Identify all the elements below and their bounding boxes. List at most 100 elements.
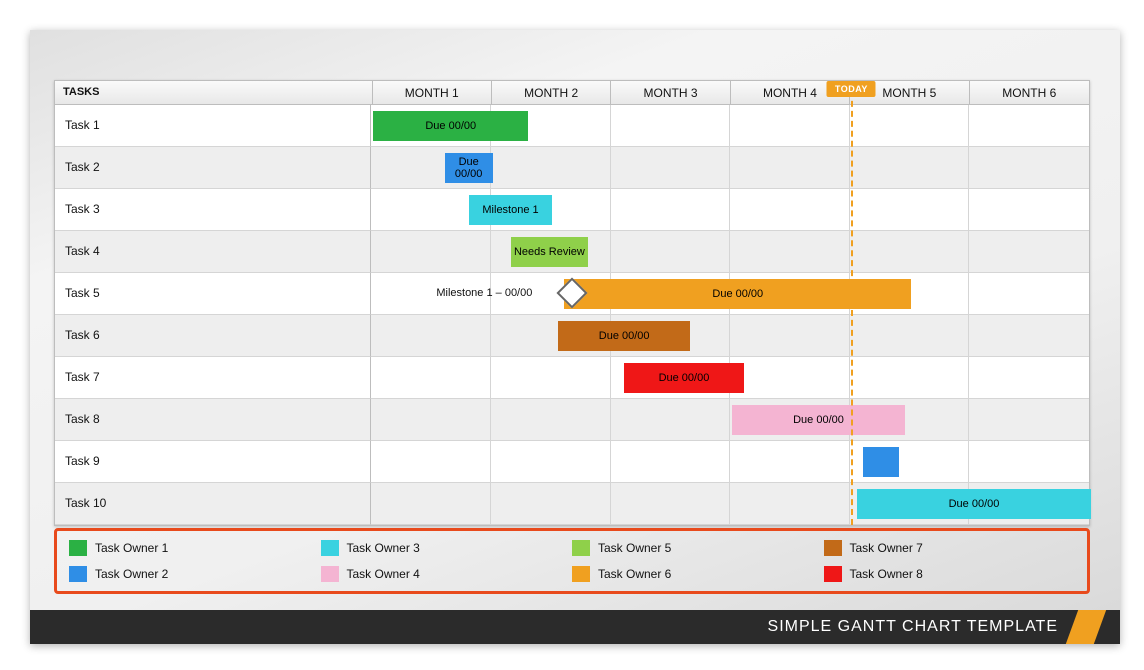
grid-cell xyxy=(730,147,850,189)
grid-cell xyxy=(371,441,491,483)
header-row: TASKS MONTH 1 MONTH 2 MONTH 3 MONTH 4 MO… xyxy=(55,81,1089,105)
grid-cell xyxy=(850,147,970,189)
month-header: MONTH 4 xyxy=(731,81,850,105)
grid-cell xyxy=(969,399,1089,441)
legend-label: Task Owner 8 xyxy=(850,567,923,581)
gantt-bar[interactable] xyxy=(863,447,899,477)
legend-swatch-icon xyxy=(321,540,339,556)
footer-bar: SIMPLE GANTT CHART TEMPLATE xyxy=(30,610,1120,644)
grid-cell xyxy=(611,441,731,483)
task-row: Task 1 xyxy=(55,105,1089,147)
task-label: Task 6 xyxy=(55,315,371,357)
grid-cell xyxy=(969,189,1089,231)
grid-cell xyxy=(611,189,731,231)
grid-cell xyxy=(491,441,611,483)
grid-cell xyxy=(611,483,731,525)
legend-swatch-icon xyxy=(824,566,842,582)
task-label: Task 8 xyxy=(55,399,371,441)
legend-swatch-icon xyxy=(572,566,590,582)
grid-cell xyxy=(371,273,491,315)
grid-cell xyxy=(371,231,491,273)
task-label: Task 4 xyxy=(55,231,371,273)
gantt-bar[interactable]: Due 00/00 xyxy=(732,405,905,435)
task-label: Task 1 xyxy=(55,105,371,147)
slide-canvas: TASKS MONTH 1 MONTH 2 MONTH 3 MONTH 4 MO… xyxy=(30,30,1120,644)
footer-title: SIMPLE GANTT CHART TEMPLATE xyxy=(768,618,1058,636)
month-header: MONTH 5 xyxy=(850,81,969,105)
legend-item: Task Owner 3 xyxy=(321,537,573,559)
legend-label: Task Owner 1 xyxy=(95,541,168,555)
legend-item: Task Owner 5 xyxy=(572,537,824,559)
task-row: Task 9 xyxy=(55,441,1089,483)
legend-swatch-icon xyxy=(321,566,339,582)
legend-swatch-icon xyxy=(69,566,87,582)
month-header: MONTH 1 xyxy=(373,81,492,105)
grid-cell xyxy=(491,147,611,189)
task-row: Task 2 xyxy=(55,147,1089,189)
task-label: Task 9 xyxy=(55,441,371,483)
grid-cell xyxy=(611,399,731,441)
gantt-bar[interactable]: Due 00/00 xyxy=(558,321,690,351)
legend-label: Task Owner 3 xyxy=(347,541,420,555)
grid-cell xyxy=(850,189,970,231)
gantt-bar[interactable]: Needs Review xyxy=(511,237,589,267)
month-header: MONTH 2 xyxy=(492,81,611,105)
legend-item: Task Owner 2 xyxy=(69,563,321,585)
legend-item: Task Owner 4 xyxy=(321,563,573,585)
grid-cell xyxy=(611,231,731,273)
gantt-bar[interactable]: Due 00/00 xyxy=(857,489,1090,519)
task-label: Task 5 xyxy=(55,273,371,315)
grid-cell xyxy=(969,357,1089,399)
task-row: Task 7 xyxy=(55,357,1089,399)
grid-cell xyxy=(730,483,850,525)
grid-cell xyxy=(969,441,1089,483)
gantt-body: Task 1Task 2Task 3Task 4Task 5Task 6Task… xyxy=(55,105,1089,525)
gantt-grid: TASKS MONTH 1 MONTH 2 MONTH 3 MONTH 4 MO… xyxy=(54,80,1090,526)
grid-cell xyxy=(969,273,1089,315)
month-header: MONTH 6 xyxy=(970,81,1089,105)
grid-cell xyxy=(371,483,491,525)
grid-cell xyxy=(371,315,491,357)
legend-item: Task Owner 7 xyxy=(824,537,1076,559)
gantt-bar[interactable]: Due 00/00 xyxy=(445,153,493,183)
legend-label: Task Owner 4 xyxy=(347,567,420,581)
legend-item: Task Owner 8 xyxy=(824,563,1076,585)
grid-cell xyxy=(730,357,850,399)
task-row: Task 8 xyxy=(55,399,1089,441)
grid-cell xyxy=(491,357,611,399)
legend-swatch-icon xyxy=(824,540,842,556)
grid-cell xyxy=(491,483,611,525)
grid-cell xyxy=(850,357,970,399)
gantt-bar[interactable]: Due 00/00 xyxy=(373,111,528,141)
gantt-bar[interactable]: Due 00/00 xyxy=(564,279,911,309)
legend-label: Task Owner 7 xyxy=(850,541,923,555)
legend-label: Task Owner 2 xyxy=(95,567,168,581)
legend-item: Task Owner 6 xyxy=(572,563,824,585)
task-label: Task 2 xyxy=(55,147,371,189)
grid-cell xyxy=(611,105,731,147)
grid-cell xyxy=(730,189,850,231)
grid-cell xyxy=(371,399,491,441)
task-label: Task 3 xyxy=(55,189,371,231)
grid-cell xyxy=(371,357,491,399)
grid-cell xyxy=(850,105,970,147)
grid-cell xyxy=(969,231,1089,273)
legend-swatch-icon xyxy=(572,540,590,556)
gantt-bar[interactable]: Milestone 1 xyxy=(469,195,553,225)
grid-cell xyxy=(850,315,970,357)
gantt-bar[interactable]: Due 00/00 xyxy=(624,363,744,393)
legend-label: Task Owner 5 xyxy=(598,541,671,555)
grid-cell xyxy=(730,315,850,357)
grid-cell xyxy=(611,147,731,189)
month-header: MONTH 3 xyxy=(611,81,730,105)
legend-item: Task Owner 1 xyxy=(69,537,321,559)
task-label: Task 10 xyxy=(55,483,371,525)
footer-accent-icon xyxy=(1066,610,1106,644)
legend-swatch-icon xyxy=(69,540,87,556)
legend-box: Task Owner 1 Task Owner 3 Task Owner 5 Task… xyxy=(54,528,1090,594)
grid-cell xyxy=(730,231,850,273)
grid-cell xyxy=(730,441,850,483)
grid-cell xyxy=(491,399,611,441)
grid-cell xyxy=(969,315,1089,357)
grid-cell xyxy=(730,105,850,147)
